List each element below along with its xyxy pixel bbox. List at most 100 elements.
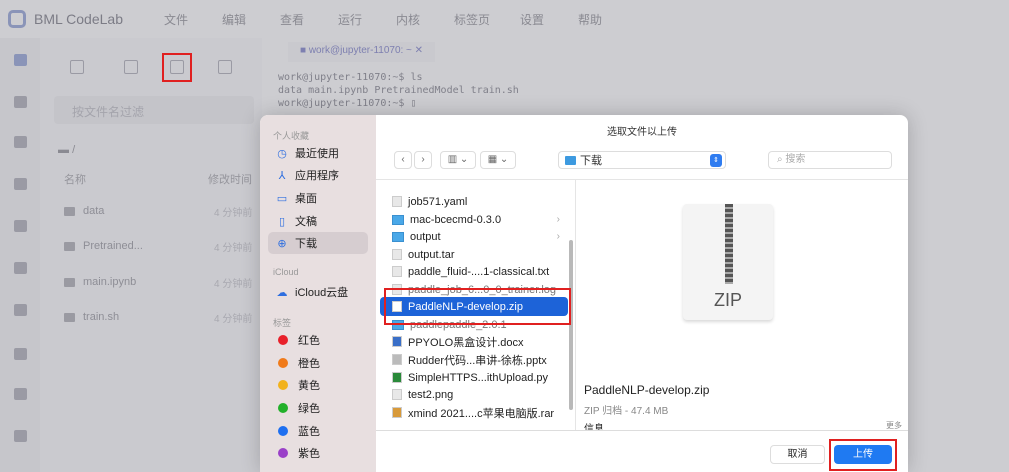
new-file-icon[interactable] (70, 60, 84, 74)
image-file-icon (392, 389, 402, 400)
apps-icon: ⅄ (278, 169, 286, 182)
search-input[interactable]: ⌕ 搜索 (768, 151, 892, 169)
menu-settings[interactable]: 设置 (520, 11, 578, 28)
file-icon (392, 266, 402, 277)
breadcrumb[interactable]: ▬ / (58, 144, 75, 156)
file-item[interactable]: PPYOLO黑盒设计.docx (380, 332, 568, 351)
app-logo: BML CodeLab (8, 10, 148, 28)
sidebar-item-icloud[interactable]: ☁ iCloud云盘 (268, 281, 368, 303)
file-row[interactable]: train.sh 4 分钟前 (64, 311, 264, 325)
tags-header: 标签 (273, 318, 292, 328)
menu-tabs[interactable]: 标签页 (454, 11, 520, 28)
sidebar-item-documents[interactable]: ▯ 文稿 (268, 210, 368, 232)
folder-icon (64, 206, 75, 216)
column-view-button[interactable]: ▥ ⌄ (440, 151, 476, 169)
file-item[interactable]: xmind 2021....c苹果电脑版.rar (380, 403, 568, 422)
back-button[interactable]: ‹ (394, 151, 412, 169)
tag-purple[interactable]: 紫色 (268, 442, 368, 464)
file-icon (392, 196, 402, 207)
filter-input[interactable]: 按文件名过滤 (54, 96, 254, 124)
logo-icon (8, 10, 26, 28)
tag-yellow[interactable]: 黄色 (268, 374, 368, 396)
group-button[interactable]: ▦ ⌄ (480, 151, 516, 169)
file-item[interactable]: job571.yaml (380, 192, 568, 211)
upload-dialog: 个人收藏 ◷ 最近使用 ⅄ 应用程序 ▭ 桌面 ▯ 文稿 ⊕ 下载 iCloud ☁ iCl… (260, 115, 908, 472)
folder-icon (392, 231, 404, 242)
apps-icon[interactable] (14, 262, 27, 274)
refresh-icon[interactable] (218, 60, 232, 74)
terminal-icon[interactable] (14, 136, 27, 148)
preview-pane: ZIP PaddleNLP-develop.zip ZIP 归档 - 47.4 … (576, 179, 908, 435)
preview-kind: ZIP 归档 - 47.4 MB (584, 406, 669, 417)
folder-item[interactable]: output › (380, 227, 568, 246)
sidebar-item-desktop[interactable]: ▭ 桌面 (268, 187, 368, 209)
python-file-icon (392, 372, 402, 383)
tag-blue[interactable]: 蓝色 (268, 420, 368, 442)
upload-highlight (162, 53, 192, 82)
zip-icon-label: ZIP (713, 290, 742, 310)
sidebar-item-downloads[interactable]: ⊕ 下载 (268, 232, 368, 254)
file-item[interactable]: paddle_fluid-....1-classical.txt (380, 262, 568, 281)
terminal-tab[interactable]: ■ work@jupyter-11070: ~ ✕ (288, 42, 436, 62)
file-item[interactable]: test2.png (380, 385, 568, 404)
file-row[interactable]: main.ipynb 4 分钟前 (64, 276, 264, 290)
activity-rail (0, 38, 40, 472)
dialog-sidebar: 个人收藏 ◷ 最近使用 ⅄ 应用程序 ▭ 桌面 ▯ 文稿 ⊕ 下载 iCloud ☁ iCl… (260, 115, 376, 472)
tag-dot-icon (278, 448, 288, 458)
zipper-icon (725, 204, 733, 284)
file-row[interactable]: Pretrained... 4 分钟前 (64, 240, 264, 254)
notebook-icon (64, 277, 75, 287)
file-browser: 按文件名过滤 ▬ / 名称 修改时间 data 4 分钟前 Pretrained.… (40, 38, 262, 472)
tag-dot-icon (278, 403, 288, 413)
tag-dot-icon (278, 426, 288, 436)
menu-edit[interactable]: 编辑 (222, 11, 280, 28)
tag-dot-icon (278, 358, 288, 368)
upload-button-highlight (829, 439, 897, 471)
icloud-header: iCloud (273, 267, 299, 277)
tag-dot-icon (278, 380, 288, 390)
file-icon (392, 249, 402, 260)
sidebar-item-apps[interactable]: ⅄ 应用程序 (268, 164, 368, 186)
folder-icon (392, 214, 404, 225)
sidebar-item-recent[interactable]: ◷ 最近使用 (268, 142, 368, 164)
preview-name: PaddleNLP-develop.zip (584, 383, 710, 397)
column-name[interactable]: 名称 (64, 171, 86, 187)
storage-icon[interactable] (14, 96, 27, 108)
new-folder-icon[interactable] (124, 60, 138, 74)
dialog-title: 选取文件以上传 (607, 127, 677, 138)
menu-run[interactable]: 运行 (338, 11, 396, 28)
menu-file[interactable]: 文件 (164, 11, 222, 28)
archive-icon (392, 407, 402, 418)
menu-help[interactable]: 帮助 (578, 11, 636, 28)
chart-icon[interactable] (14, 348, 27, 360)
menu-view[interactable]: 查看 (280, 11, 338, 28)
stepper-icon: ⇕ (710, 154, 722, 167)
forward-button[interactable]: › (414, 151, 432, 169)
file-row[interactable]: data 4 分钟前 (64, 205, 264, 219)
scrollbar[interactable] (569, 240, 573, 410)
cancel-button[interactable]: 取消 (770, 445, 825, 464)
location-select[interactable]: 下载 ⇕ (558, 151, 726, 169)
desktop-icon: ▭ (276, 192, 288, 205)
file-item[interactable]: Rudder代码...串讲-徐栋.pptx (380, 350, 568, 369)
files-icon[interactable] (14, 54, 27, 66)
chip-icon[interactable] (14, 430, 27, 442)
document-icon: ▯ (278, 215, 286, 228)
clock-icon: ◷ (277, 147, 287, 160)
mail-icon[interactable] (14, 220, 27, 232)
selection-highlight (384, 288, 571, 325)
folder-icon (565, 155, 576, 165)
folder-icon (64, 241, 75, 251)
tag-red[interactable]: 红色 (268, 329, 368, 351)
tag-green[interactable]: 绿色 (268, 397, 368, 419)
dialog-footer: 取消 上传 (376, 430, 908, 472)
chevron-right-icon: › (556, 231, 560, 242)
tag-orange[interactable]: 橙色 (268, 352, 368, 374)
menu-kernel[interactable]: 内核 (396, 11, 454, 28)
cloud-icon: ☁ (276, 286, 288, 299)
terminal-line: work@jupyter-11070:~$ ▯ (278, 98, 417, 109)
column-modified[interactable]: 修改时间 (208, 171, 252, 187)
layers-icon[interactable] (14, 304, 27, 316)
toolbox-icon[interactable] (14, 178, 27, 190)
cloud-icon[interactable] (14, 388, 27, 400)
